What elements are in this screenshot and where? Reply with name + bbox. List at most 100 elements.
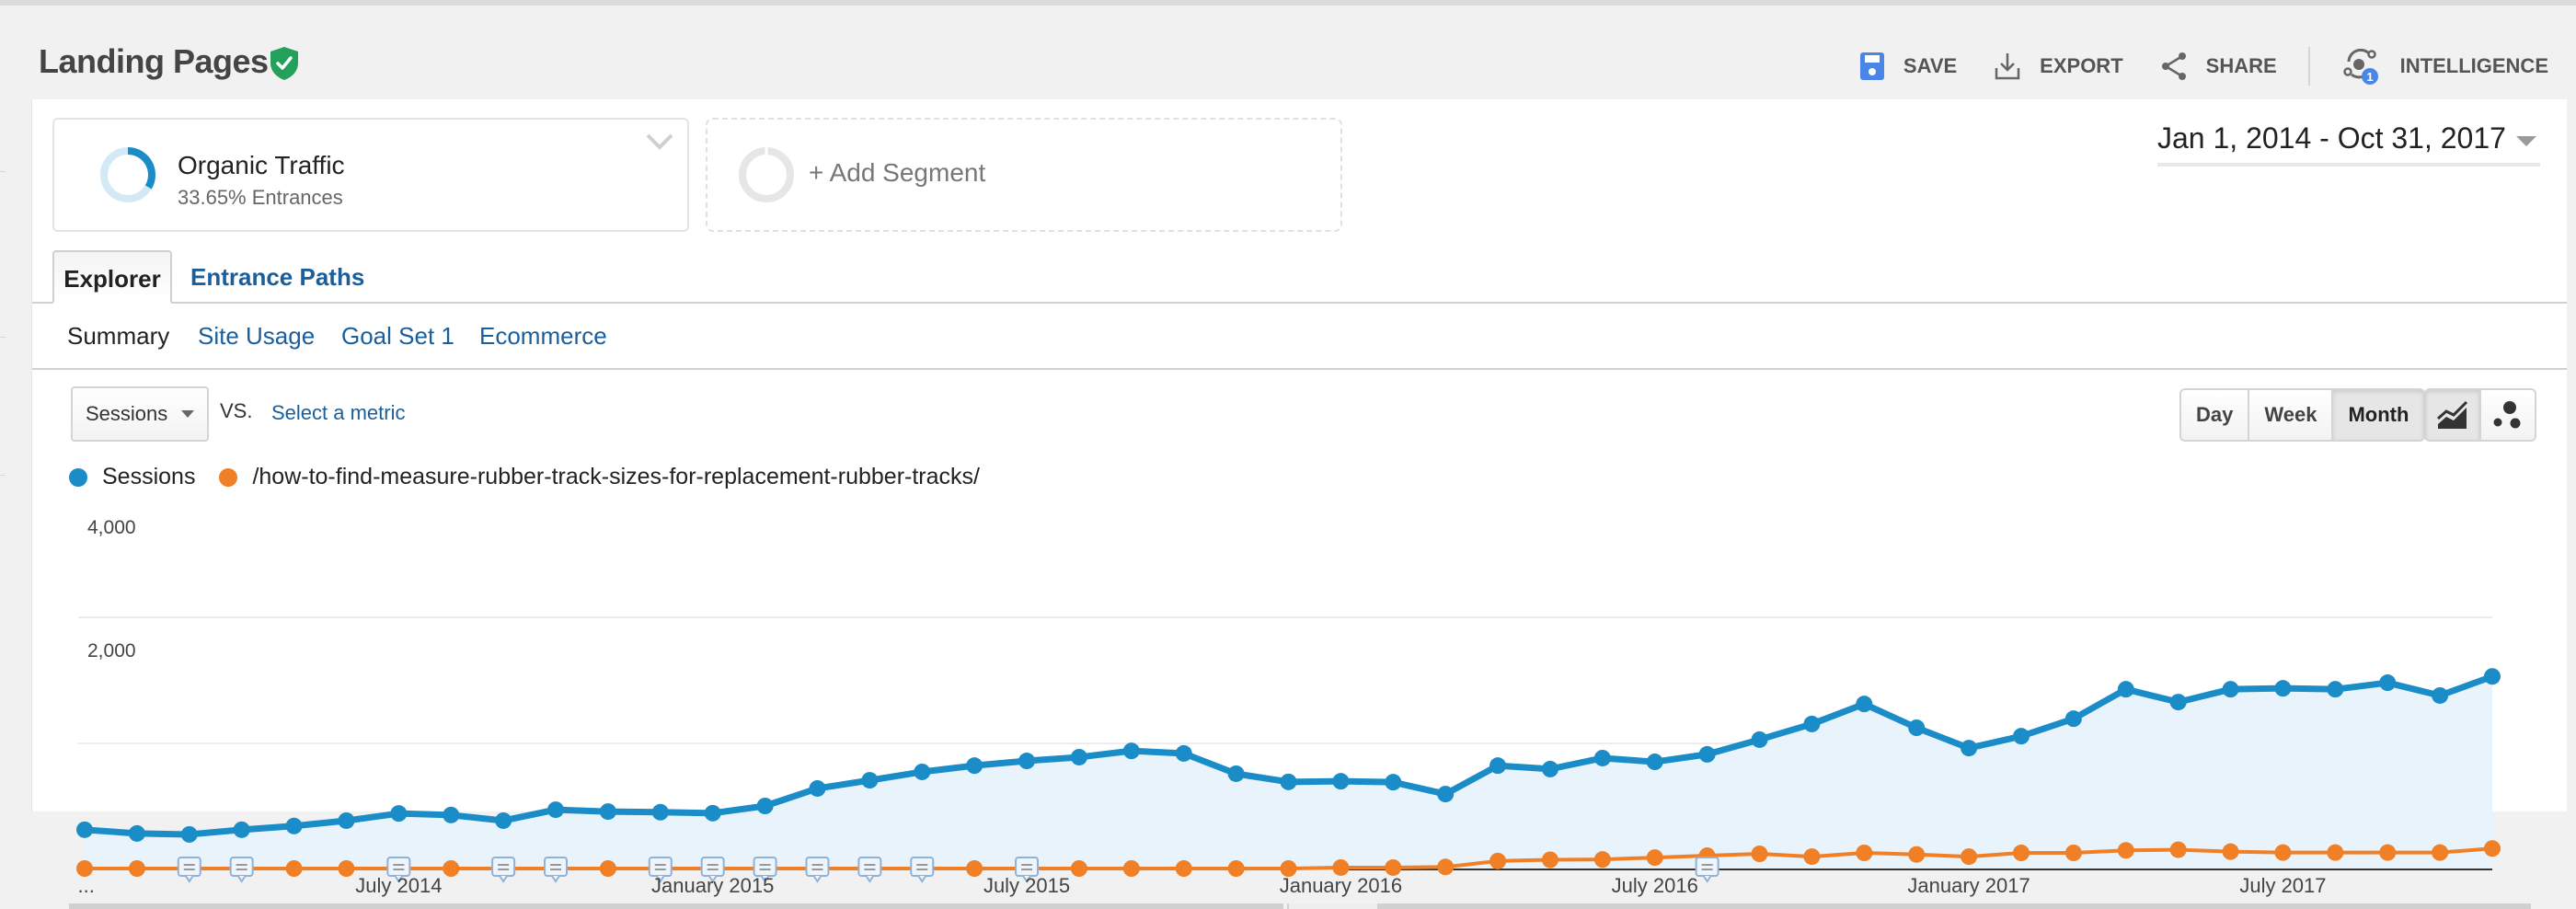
annotation-icon[interactable] [805, 857, 830, 883]
export-label: EXPORT [2040, 54, 2123, 77]
empty-segment-ring-icon [739, 147, 794, 202]
share-button[interactable]: SHARE [2160, 52, 2277, 81]
x-tick-label: July 2016 [1611, 874, 1698, 897]
chart-collapse-handle[interactable] [1287, 903, 1379, 909]
annotation-icon[interactable] [229, 857, 254, 883]
page-point [1751, 846, 1768, 863]
page-point [2484, 840, 2501, 857]
sessions-point [180, 825, 198, 843]
export-icon [1995, 53, 2020, 80]
export-button[interactable]: EXPORT [1994, 52, 2123, 81]
legend-item-page[interactable]: /how-to-find-measure-rubber-track-sizes-… [219, 464, 980, 490]
sessions-point [338, 811, 355, 829]
left-nav-rail [0, 6, 32, 811]
sessions-point [2117, 681, 2134, 698]
sessions-point [599, 803, 616, 821]
sessions-point [861, 772, 879, 789]
page-point [2169, 841, 2187, 858]
subtab-site-usage[interactable]: Site Usage [198, 322, 315, 351]
month-button[interactable]: Month [2333, 390, 2424, 440]
sessions-point [651, 803, 669, 821]
subtab-goal-set-1[interactable]: Goal Set 1 [341, 322, 454, 351]
page-point [1593, 851, 1611, 869]
chart-plot[interactable] [32, 504, 2568, 903]
page-point [2064, 845, 2082, 861]
annotation-icon[interactable] [544, 857, 569, 883]
share-icon [2161, 52, 2186, 80]
sessions-point [443, 806, 460, 823]
annotation-icon[interactable] [910, 857, 935, 883]
x-tick-label: July 2017 [2239, 874, 2327, 897]
page-point [2012, 845, 2030, 861]
sessions-point [128, 824, 145, 842]
sessions-point [756, 798, 774, 814]
page-point [1961, 848, 1978, 866]
legend-item-sessions[interactable]: Sessions [69, 464, 195, 490]
sessions-point [2432, 686, 2449, 704]
sessions-point [1961, 740, 1978, 757]
sessions-point [2327, 681, 2344, 698]
page-point [1227, 860, 1245, 877]
subtab-summary[interactable]: Summary [67, 322, 169, 351]
add-segment-button[interactable]: + Add Segment [706, 118, 1342, 232]
save-label: SAVE [1903, 54, 1958, 77]
caret-down-icon [181, 410, 194, 418]
page-point [2222, 843, 2239, 860]
page-point [2379, 844, 2397, 861]
sessions-point [2222, 681, 2239, 698]
sessions-point [2012, 728, 2030, 745]
chart-bottom-border [69, 903, 1283, 909]
line-chart-button[interactable] [2426, 390, 2481, 440]
segment-organic-traffic[interactable]: Organic Traffic 33.65% Entrances [52, 118, 689, 232]
shield-check-icon [270, 47, 298, 80]
metric-select-value: Sessions [86, 402, 168, 425]
metric-select[interactable]: Sessions [71, 386, 209, 442]
day-button[interactable]: Day [2181, 390, 2250, 440]
sessions-point [233, 821, 250, 838]
tab-entrance-paths[interactable]: Entrance Paths [190, 250, 364, 302]
page-point [1437, 858, 1455, 876]
segment-detail: 33.65% Entrances [178, 186, 343, 209]
page-point [1070, 860, 1087, 877]
legend-dot-icon [219, 467, 238, 487]
sessions-point [2169, 694, 2187, 711]
subtab-ecommerce[interactable]: Ecommerce [479, 322, 607, 351]
week-button[interactable]: Week [2249, 390, 2334, 440]
page-point [2327, 844, 2344, 861]
chevron-down-icon[interactable] [645, 132, 674, 151]
annotation-icon[interactable] [1695, 857, 1719, 883]
sessions-point [1856, 696, 1873, 713]
tab-explorer[interactable]: Explorer [52, 250, 172, 304]
legend-label: /how-to-find-measure-rubber-track-sizes-… [252, 464, 980, 489]
save-button[interactable]: SAVE [1859, 52, 1957, 81]
intelligence-button[interactable]: 1 INTELLIGENCE [2342, 47, 2548, 86]
x-tick-label: ... [77, 874, 95, 897]
page-point [1541, 851, 1558, 869]
rail-divider [0, 475, 6, 476]
rail-divider [0, 171, 6, 172]
date-range-picker[interactable]: Jan 1, 2014 - Oct 31, 2017 [2157, 121, 2540, 167]
add-segment-label: + Add Segment [809, 158, 986, 187]
sessions-point [2274, 680, 2292, 697]
page-point [966, 860, 983, 877]
sessions-point [547, 801, 565, 819]
annotation-icon[interactable] [857, 857, 882, 883]
annotation-icon[interactable] [177, 857, 201, 883]
sessions-point [1593, 749, 1611, 766]
line-chart-icon [2437, 400, 2468, 429]
annotation-icon[interactable] [491, 857, 516, 883]
motion-chart-icon [2493, 401, 2521, 429]
page-point [2432, 844, 2449, 861]
sessions-point [1018, 753, 1036, 770]
sessions-point [1646, 754, 1663, 771]
sessions-point [1541, 760, 1558, 777]
chart-bottom-border [1379, 903, 2531, 909]
actions-divider [2307, 47, 2310, 86]
x-tick-label: January 2017 [1907, 874, 2030, 897]
select-comparison-metric-link[interactable]: Select a metric [271, 401, 406, 425]
share-label: SHARE [2205, 54, 2277, 77]
page-point [1646, 849, 1663, 867]
motion-chart-button[interactable] [2481, 390, 2535, 440]
page-point [443, 860, 460, 877]
page-point [338, 860, 355, 877]
